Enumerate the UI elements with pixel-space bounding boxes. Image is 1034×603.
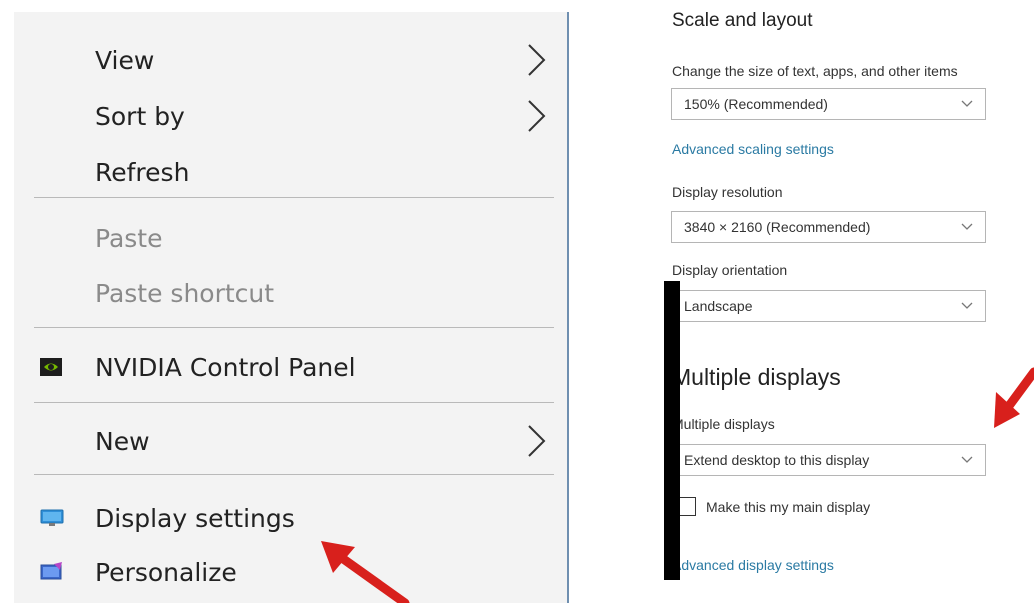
resolution-dropdown[interactable]: 3840 × 2160 (Recommended) — [671, 211, 986, 243]
multiple-displays-heading: Multiple displays — [672, 364, 841, 390]
menu-item-personalize[interactable]: Personalize — [14, 545, 567, 599]
menu-item-label: View — [95, 45, 155, 75]
multiple-displays-dropdown-value: Extend desktop to this display — [684, 452, 870, 468]
orientation-label: Display orientation — [672, 262, 788, 278]
orientation-dropdown[interactable]: Landscape — [671, 290, 986, 322]
personalize-icon — [40, 562, 62, 580]
redaction-bar — [664, 281, 680, 580]
menu-item-label: Paste shortcut — [95, 278, 275, 308]
menu-item-new[interactable]: New — [14, 414, 567, 468]
annotation-arrow-icon — [321, 541, 410, 603]
menu-item-paste-shortcut[interactable]: Paste shortcut — [14, 266, 567, 320]
chevron-down-icon — [961, 456, 973, 463]
menu-item-display-settings[interactable]: Display settings — [14, 491, 567, 545]
menu-separator — [34, 327, 554, 328]
menu-item-label: Personalize — [95, 557, 237, 587]
annotation-arrow-icon — [994, 367, 1034, 428]
menu-item-label: Paste — [95, 223, 163, 253]
menu-item-label: Refresh — [95, 157, 190, 187]
chevron-right-icon — [528, 100, 546, 132]
chevron-right-icon — [528, 425, 546, 457]
menu-item-label: New — [95, 426, 150, 456]
advanced-display-link[interactable]: Advanced display settings — [672, 557, 834, 573]
menu-item-view[interactable]: View — [14, 33, 567, 87]
menu-item-refresh[interactable]: Refresh — [14, 145, 567, 199]
scale-layout-heading: Scale and layout — [672, 10, 813, 31]
chevron-down-icon — [961, 100, 973, 107]
chevron-right-icon — [528, 44, 546, 76]
chevron-down-icon — [961, 302, 973, 309]
menu-separator — [34, 402, 554, 403]
menu-separator — [34, 474, 554, 475]
multiple-displays-label: Multiple displays — [672, 416, 775, 432]
nvidia-icon — [40, 358, 62, 376]
resolution-label: Display resolution — [672, 184, 783, 200]
context-menu: View Sort by Refresh Paste Paste shortcu… — [14, 12, 567, 603]
menu-item-sort-by[interactable]: Sort by — [14, 89, 567, 143]
multiple-displays-dropdown[interactable]: Extend desktop to this display — [671, 444, 986, 476]
scale-label: Change the size of text, apps, and other… — [672, 63, 958, 79]
main-display-checkbox-label: Make this my main display — [706, 499, 871, 515]
menu-separator — [34, 197, 554, 198]
menu-item-label: Sort by — [95, 101, 185, 131]
monitor-icon — [40, 509, 64, 526]
menu-item-label: NVIDIA Control Panel — [95, 352, 356, 382]
menu-border — [567, 12, 569, 603]
menu-item-nvidia-control-panel[interactable]: NVIDIA Control Panel — [14, 340, 567, 394]
menu-item-label: Display settings — [95, 503, 295, 533]
advanced-scaling-link[interactable]: Advanced scaling settings — [672, 141, 834, 157]
orientation-dropdown-value: Landscape — [684, 298, 753, 314]
display-settings-panel: Scale and layout Change the size of text… — [660, 0, 1000, 603]
menu-item-paste[interactable]: Paste — [14, 211, 567, 265]
resolution-dropdown-value: 3840 × 2160 (Recommended) — [684, 219, 871, 235]
scale-dropdown[interactable]: 150% (Recommended) — [671, 88, 986, 120]
scale-dropdown-value: 150% (Recommended) — [684, 96, 828, 112]
chevron-down-icon — [961, 223, 973, 230]
